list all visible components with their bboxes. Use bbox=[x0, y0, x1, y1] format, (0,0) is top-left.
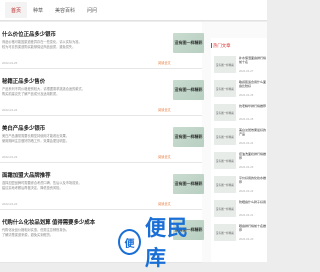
article-title[interactable]: 代购什么化妆品划算 值得需要多少成本 bbox=[2, 218, 95, 226]
article-thumbnail[interactable]: 没有图一样精彩 bbox=[173, 127, 204, 147]
sidebar-thumbnail[interactable]: 没有图一样精彩 bbox=[214, 224, 236, 241]
article-date: 2022-04-25 bbox=[2, 61, 18, 65]
article-card[interactable]: 秘籍正品多少售价 产品系列不同价格差别较大，请根据需求挑选合适的款式。 购买前建… bbox=[0, 69, 204, 116]
sidebar-thumbnail[interactable]: 没有图一样精彩 bbox=[214, 104, 236, 121]
read-more-link[interactable]: 阅读全文 bbox=[158, 201, 171, 206]
sidebar-item-title[interactable]: 补水保湿面霜排行榜前十名 bbox=[239, 56, 267, 64]
thumbnail-placeholder-text: 没有图一样精彩 bbox=[174, 87, 203, 92]
article-card[interactable]: 面霜加盟大品牌推荐 选择加盟品牌时需要综合考虑口碑、售后以及市场前景。 建议实地… bbox=[0, 163, 204, 210]
sidebar-item-title[interactable]: 眼霜排行榜前十名推荐 bbox=[239, 224, 267, 232]
article-excerpt-line: 购买前建议先了解产品成分及适用肤质。 bbox=[2, 92, 60, 96]
thumbnail-placeholder-text: 没有图一样精彩 bbox=[174, 134, 203, 139]
read-more-link[interactable]: 阅读全文 bbox=[158, 107, 171, 112]
thumbnail-placeholder-text: 没有图一样精彩 bbox=[215, 87, 235, 91]
thumbnail-placeholder-text: 没有图一样精彩 bbox=[174, 40, 203, 45]
article-title[interactable]: 面霜加盟大品牌推荐 bbox=[2, 171, 51, 179]
thumbnail-placeholder-text: 没有图一样精彩 bbox=[174, 181, 203, 186]
article-title[interactable]: 什么价位正品多少银币 bbox=[2, 30, 56, 38]
sidebar-item[interactable]: 没有图一样精彩 敏感肌适合用什么面霜比较好 2022-04-26 bbox=[214, 80, 266, 104]
sidebar-thumbnail[interactable]: 没有图一样精彩 bbox=[214, 128, 236, 145]
article-date: 2022-04-23 bbox=[2, 155, 18, 159]
top-navigation-bar: 首页 种草 美容百科 问问 bbox=[0, 0, 267, 21]
thumbnail-placeholder-text: 没有图一样精彩 bbox=[215, 231, 235, 235]
sidebar-item-title[interactable]: 美白淡斑效果最好的产品 bbox=[239, 128, 267, 136]
sidebar-thumbnail[interactable]: 没有图一样精彩 bbox=[214, 200, 236, 217]
article-thumbnail[interactable]: 没有图一样精彩 bbox=[173, 80, 204, 100]
article-card[interactable]: 什么价位正品多少银币 商品价格可能因渠道差异存在一些变化，请以实际为准。 较为可… bbox=[0, 22, 204, 69]
article-excerpt-line: 建议实地考察后再做决定，降低投资风险。 bbox=[2, 186, 63, 190]
sidebar-item-title[interactable]: 控油洗面奶排行榜推荐 bbox=[239, 152, 267, 160]
thumbnail-placeholder-text: 没有图一样精彩 bbox=[215, 183, 235, 187]
nav-item-home[interactable]: 首页 bbox=[5, 2, 28, 18]
article-date: 2022-04-24 bbox=[2, 108, 18, 112]
sidebar-item-title[interactable]: 抗老精华排行榜推荐 bbox=[239, 104, 267, 108]
sidebar-item[interactable]: 没有图一样精彩 美白淡斑效果最好的产品 2022-04-24 bbox=[214, 128, 266, 152]
nav-item-beauty-wiki[interactable]: 美容百科 bbox=[49, 2, 81, 18]
sidebar-item[interactable]: 没有图一样精彩 抗老精华排行榜推荐 2022-04-25 bbox=[214, 104, 266, 128]
thumbnail-placeholder-text: 没有图一样精彩 bbox=[215, 159, 235, 163]
sidebar-item-date: 2022-04-26 bbox=[239, 93, 254, 97]
thumbnail-placeholder-text: 没有图一样精彩 bbox=[215, 111, 235, 115]
sidebar-item-date: 2022-04-27 bbox=[239, 69, 254, 73]
sidebar-thumbnail[interactable]: 没有图一样精彩 bbox=[214, 80, 236, 97]
sidebar-item-date: 2022-04-24 bbox=[239, 141, 254, 145]
sidebar-item-date: 2022-04-21 bbox=[239, 213, 254, 217]
sidebar-item-date: 2022-04-20 bbox=[239, 237, 254, 241]
thumbnail-placeholder-text: 没有图一样精彩 bbox=[215, 63, 235, 67]
article-title[interactable]: 秘籍正品多少售价 bbox=[2, 77, 45, 85]
sidebar-item-date: 2022-04-23 bbox=[239, 165, 254, 169]
sidebar-item-title[interactable]: 敏感肌适合用什么面霜比较好 bbox=[239, 80, 267, 88]
thumbnail-placeholder-text: 没有图一样精彩 bbox=[215, 207, 235, 211]
sidebar-item-date: 2022-04-22 bbox=[239, 189, 254, 193]
article-date: 2022-04-22 bbox=[2, 202, 18, 206]
article-thumbnail[interactable]: 没有图一样精彩 bbox=[173, 33, 204, 53]
nav-item-seeding[interactable]: 种草 bbox=[27, 2, 49, 18]
sidebar-title: 热门文章 bbox=[211, 43, 231, 48]
main-nav: 首页 种草 美容百科 问问 bbox=[5, 2, 103, 18]
article-card[interactable]: 美白产品多少银币 美白产品通常需要长期坚持使用才能看出效果。 使用期间注意做好防… bbox=[0, 116, 204, 163]
site-watermark: 便 便民库 bbox=[118, 217, 202, 270]
sidebar-thumbnail[interactable]: 没有图一样精彩 bbox=[214, 152, 236, 169]
watermark-text: 便民库 bbox=[145, 217, 189, 270]
sidebar-item-title[interactable]: 平价好用的化妆水推荐 bbox=[239, 176, 267, 184]
article-excerpt-line: 使用期间注意做好防晒工作，效果会更加明显。 bbox=[2, 139, 69, 143]
nav-item-questions[interactable]: 问问 bbox=[81, 2, 103, 18]
sidebar-item[interactable]: 没有图一样精彩 眼霜排行榜前十名推荐 2022-04-20 bbox=[214, 224, 266, 248]
article-excerpt-line: 了解清楚渠道来源，避免买到假货。 bbox=[2, 233, 53, 237]
watermark-logo-icon: 便 bbox=[118, 229, 141, 255]
sidebar-item-title[interactable]: 防晒霜什么牌子好用 bbox=[239, 200, 267, 204]
sidebar-item[interactable]: 没有图一样精彩 控油洗面奶排行榜推荐 2022-04-23 bbox=[214, 152, 266, 176]
sidebar-item[interactable]: 没有图一样精彩 补水保湿面霜排行榜前十名 2022-04-27 bbox=[214, 56, 266, 80]
article-thumbnail[interactable]: 没有图一样精彩 bbox=[173, 174, 204, 194]
sidebar-item[interactable]: 没有图一样精彩 平价好用的化妆水推荐 2022-04-22 bbox=[214, 176, 266, 200]
sidebar-thumbnail[interactable]: 没有图一样精彩 bbox=[214, 176, 236, 193]
sidebar-thumbnail[interactable]: 没有图一样精彩 bbox=[214, 56, 236, 73]
sidebar-hot-articles: 热门文章 没有图一样精彩 补水保湿面霜排行榜前十名 2022-04-27 没有图… bbox=[211, 38, 267, 262]
sidebar-item-date: 2022-04-25 bbox=[239, 117, 254, 121]
thumbnail-placeholder-text: 没有图一样精彩 bbox=[215, 135, 235, 139]
read-more-link[interactable]: 阅读全文 bbox=[158, 60, 171, 65]
article-excerpt-line: 较为可靠的渠道购买能够保证商品品质，避免损失。 bbox=[2, 45, 76, 49]
read-more-link[interactable]: 阅读全文 bbox=[158, 154, 171, 159]
sidebar-item[interactable]: 没有图一样精彩 防晒霜什么牌子好用 2022-04-21 bbox=[214, 200, 266, 224]
article-title[interactable]: 美白产品多少银币 bbox=[2, 124, 45, 132]
